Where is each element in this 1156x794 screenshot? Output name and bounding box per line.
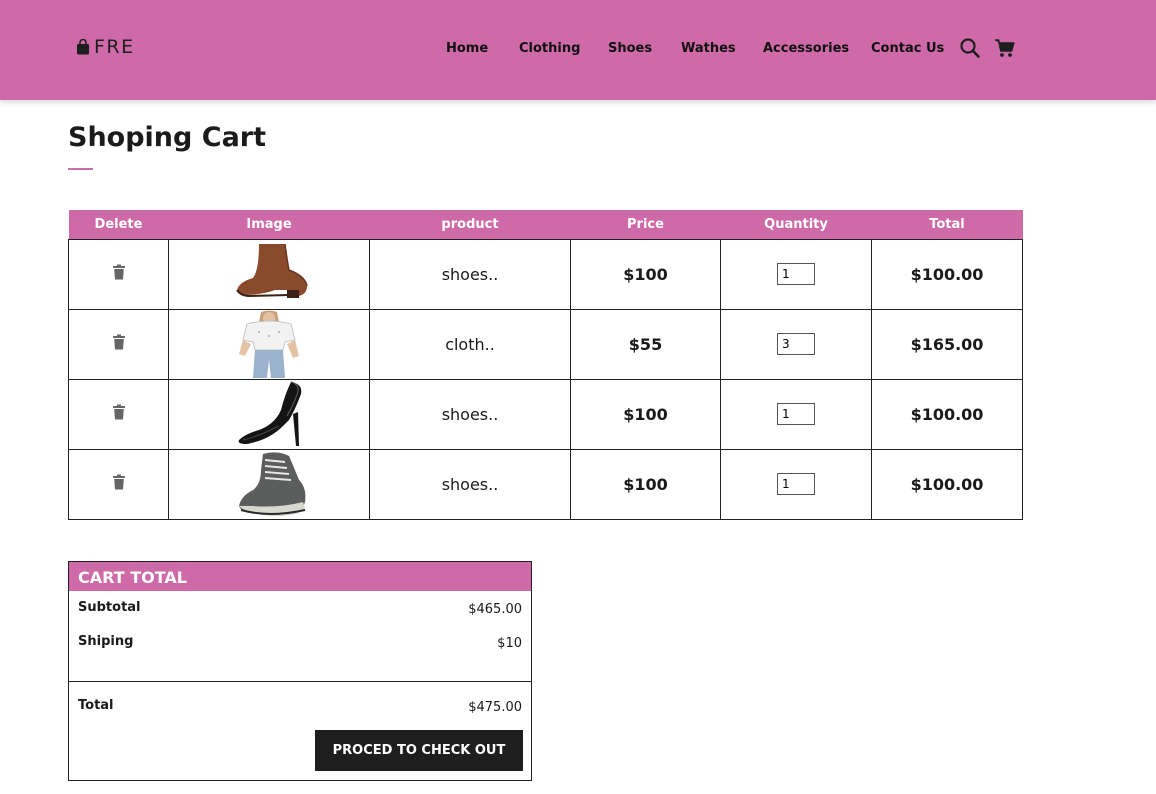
product-price: $55 — [570, 308, 721, 380]
cart-icon[interactable] — [994, 37, 1016, 59]
table-row: shoes.. $100 $100.00 — [68, 378, 1023, 450]
divider — [69, 681, 531, 682]
page-title: Shoping Cart — [68, 122, 267, 153]
nav-contact[interactable]: Contac Us — [871, 41, 944, 56]
header-quantity: Quantity — [720, 210, 872, 239]
shopping-bag-icon — [77, 39, 89, 55]
product-price: $100 — [570, 238, 721, 310]
trash-icon[interactable] — [112, 404, 126, 420]
header-image: Image — [168, 210, 370, 239]
quantity-input[interactable] — [777, 333, 815, 355]
product-name: cloth.. — [369, 308, 571, 380]
product-image-blouse-outfit — [239, 310, 299, 378]
checkout-button[interactable]: PROCED TO CHECK OUT — [315, 730, 523, 771]
table-row: cloth.. $55 $165.00 — [68, 308, 1023, 380]
shipping-label: Shiping — [78, 634, 134, 649]
cart-total-box: CART TOTAL Subtotal $465.00 Shiping $10 … — [68, 561, 532, 781]
nav-watches[interactable]: Wathes — [681, 41, 736, 56]
quantity-input[interactable] — [777, 263, 815, 285]
shipping-row: Shiping $10 — [78, 634, 522, 651]
header-delete: Delete — [68, 210, 169, 239]
delete-cell — [68, 378, 169, 450]
row-total: $100.00 — [871, 448, 1023, 520]
quantity-input[interactable] — [777, 403, 815, 425]
total-value: $475.00 — [468, 700, 522, 715]
table-row: shoes.. $100 $100.00 — [68, 238, 1023, 310]
quantity-cell — [720, 448, 872, 520]
image-cell — [168, 448, 370, 520]
product-image-grey-hiking-boot — [239, 452, 306, 516]
image-cell — [168, 308, 370, 380]
row-total: $100.00 — [871, 238, 1023, 310]
quantity-input[interactable] — [777, 473, 815, 495]
row-total: $100.00 — [871, 378, 1023, 450]
table-row: shoes.. $100 $100.00 — [68, 448, 1023, 520]
image-cell — [168, 378, 370, 450]
nav-clothing[interactable]: Clothing — [519, 41, 580, 56]
subtotal-label: Subtotal — [78, 600, 141, 615]
product-image-brown-boot — [236, 243, 308, 298]
quantity-cell — [720, 238, 872, 310]
shipping-value: $10 — [497, 636, 522, 651]
cart-table: Delete Image product Price Quantity Tota… — [68, 210, 1023, 520]
delete-cell — [68, 448, 169, 520]
image-cell — [168, 238, 370, 310]
product-image-black-heel — [238, 381, 302, 446]
table-header-row: Delete Image product Price Quantity Tota… — [68, 210, 1023, 239]
header-price: Price — [570, 210, 721, 239]
product-name: shoes.. — [369, 238, 571, 310]
row-total: $165.00 — [871, 308, 1023, 380]
product-name: shoes.. — [369, 448, 571, 520]
quantity-cell — [720, 308, 872, 380]
site-header: FRE Home Clothing Shoes Wathes Accessori… — [0, 0, 1156, 100]
nav-shoes[interactable]: Shoes — [608, 41, 652, 56]
nav-home[interactable]: Home — [446, 41, 488, 56]
total-label: Total — [78, 698, 114, 713]
product-name: shoes.. — [369, 378, 571, 450]
delete-cell — [68, 308, 169, 380]
subtotal-value: $465.00 — [468, 602, 522, 617]
trash-icon[interactable] — [112, 334, 126, 350]
subtotal-row: Subtotal $465.00 — [78, 600, 522, 617]
brand-name: FRE — [94, 36, 135, 58]
product-price: $100 — [570, 378, 721, 450]
trash-icon[interactable] — [112, 264, 126, 280]
quantity-cell — [720, 378, 872, 450]
header-total: Total — [871, 210, 1023, 239]
delete-cell — [68, 238, 169, 310]
total-row: Total $475.00 — [78, 698, 522, 715]
header-product: product — [369, 210, 571, 239]
cart-total-heading: CART TOTAL — [69, 562, 531, 591]
trash-icon[interactable] — [112, 474, 126, 490]
nav-accessories[interactable]: Accessories — [763, 41, 849, 56]
brand-logo[interactable]: FRE — [76, 36, 135, 58]
product-price: $100 — [570, 448, 721, 520]
search-icon[interactable] — [959, 37, 981, 59]
title-underline — [68, 168, 93, 170]
